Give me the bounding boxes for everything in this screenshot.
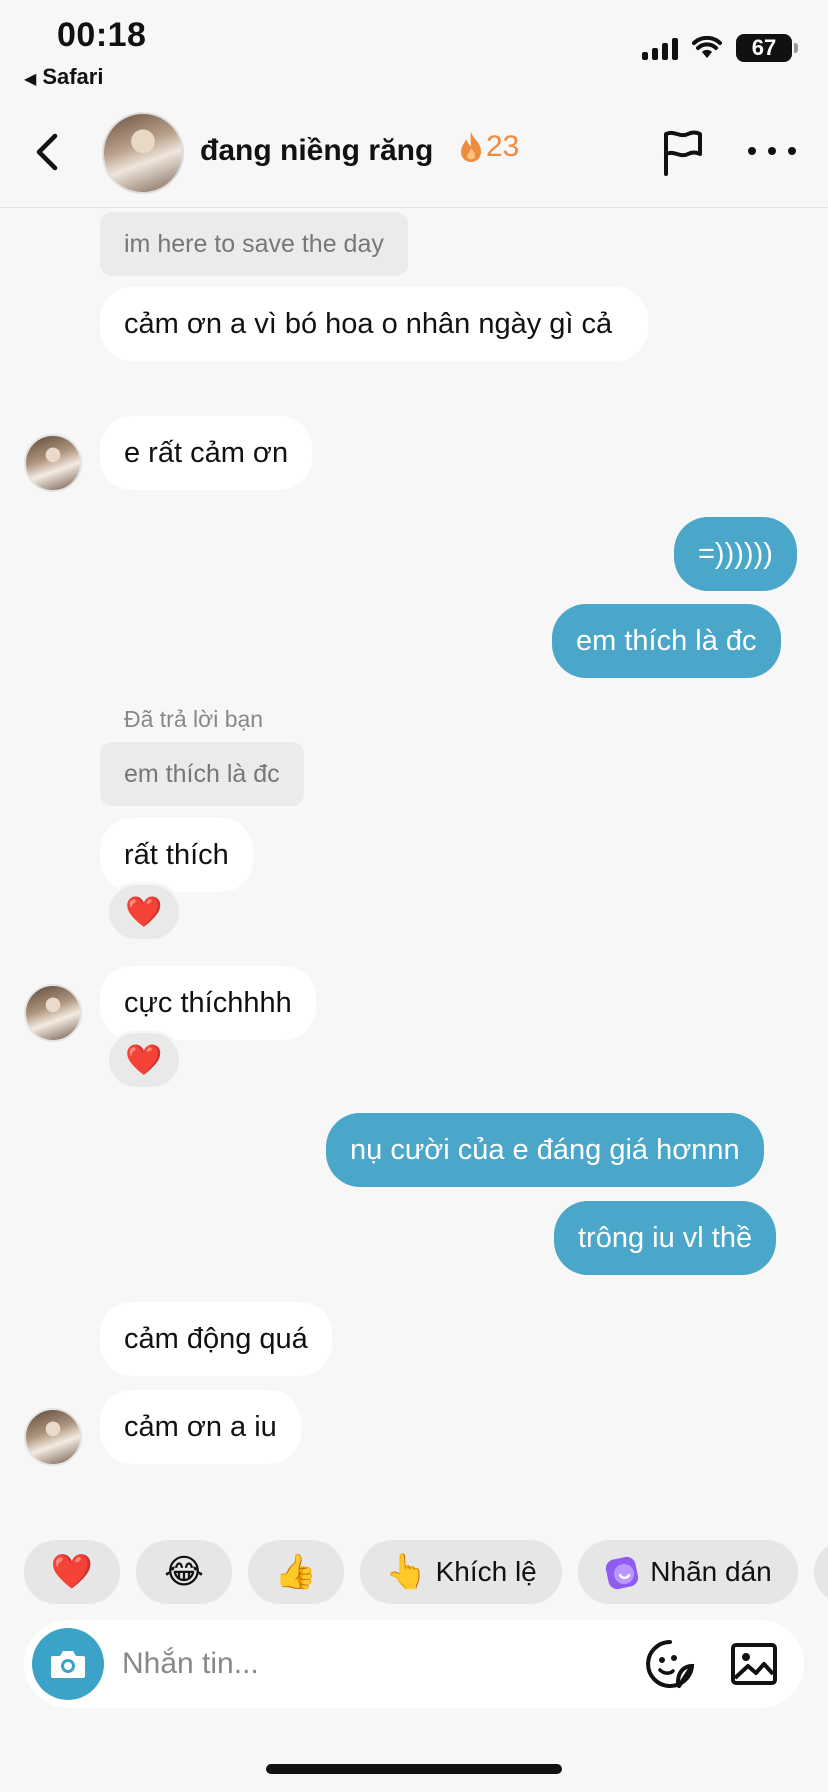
quick-reply-bar: ❤️ 😂 👍 👆 Khích lệ Nhãn dán	[24, 1540, 828, 1604]
back-app-label: Safari	[42, 64, 104, 89]
wifi-icon	[692, 36, 722, 58]
message-composer	[24, 1620, 804, 1708]
dot-icon	[768, 147, 776, 155]
quick-laugh-button[interactable]: 😂	[136, 1540, 232, 1604]
sticker-face-icon	[646, 1640, 695, 1688]
incoming-message[interactable]: e rất cảm ơn	[100, 416, 313, 490]
sender-avatar[interactable]	[24, 434, 82, 492]
sticker-label: Nhãn dán	[650, 1556, 772, 1587]
incoming-message[interactable]: cảm ơn a iu	[100, 1390, 301, 1464]
reply-label: Đã trả lời bạn	[124, 706, 264, 732]
streak-badge: 23	[458, 130, 519, 164]
heart-emoji-icon: ❤️	[50, 1553, 94, 1591]
outgoing-message[interactable]: trông iu vl thề	[554, 1201, 777, 1275]
sender-avatar[interactable]	[24, 1408, 82, 1466]
thumbs-up-emoji-icon: 👍	[274, 1553, 318, 1591]
more-chip-button[interactable]	[814, 1540, 828, 1604]
message-input[interactable]	[122, 1642, 542, 1686]
incoming-message[interactable]: cảm ơn a vì bó hoa o nhân ngày gì cả	[100, 287, 648, 361]
streak-count: 23	[486, 130, 520, 163]
quick-thumbs-up-button[interactable]: 👍	[248, 1540, 344, 1604]
back-to-safari-link[interactable]: ◀ Safari	[24, 64, 103, 90]
more-options-button[interactable]	[748, 136, 796, 166]
dot-icon	[788, 147, 796, 155]
image-icon	[731, 1643, 777, 1685]
quoted-message: em thích là đc	[100, 742, 304, 806]
chevron-left-icon	[36, 133, 58, 171]
status-bar: 00:18 ◀ Safari 67	[0, 0, 828, 100]
gallery-button[interactable]	[728, 1638, 780, 1690]
incoming-message[interactable]: cảm động quá	[100, 1302, 332, 1376]
battery-icon: 67	[736, 34, 798, 62]
status-indicators: 67	[642, 34, 798, 62]
back-button[interactable]	[26, 128, 66, 176]
quick-heart-button[interactable]: ❤️	[24, 1540, 120, 1604]
contact-name[interactable]: đang niềng răng	[200, 134, 433, 168]
encourage-button[interactable]: 👆 Khích lệ	[360, 1540, 562, 1604]
dot-icon	[748, 147, 756, 155]
home-indicator[interactable]	[266, 1764, 562, 1774]
incoming-message[interactable]: cực thíchhhh	[100, 966, 316, 1040]
status-time: 00:18	[57, 16, 147, 54]
outgoing-message[interactable]: =))))))	[674, 517, 797, 591]
cellular-signal-icon	[642, 36, 678, 60]
heart-reaction[interactable]: ❤️	[106, 882, 182, 942]
sticker-icon	[606, 1556, 639, 1590]
quoted-message: im here to save the day	[100, 212, 408, 276]
flag-icon	[664, 130, 702, 176]
back-triangle-icon: ◀	[24, 71, 37, 88]
chat-header: đang niềng răng 23	[0, 100, 828, 208]
camera-button[interactable]	[32, 1628, 104, 1700]
outgoing-message[interactable]: nụ cười của e đáng giá hơnnn	[326, 1113, 764, 1187]
sender-avatar[interactable]	[24, 984, 82, 1042]
encourage-label: Khích lệ	[435, 1556, 537, 1587]
incoming-message[interactable]: rất thích	[100, 818, 253, 892]
heart-reaction[interactable]: ❤️	[106, 1030, 182, 1090]
report-button[interactable]	[660, 128, 706, 178]
laugh-emoji-icon: 😂	[164, 1553, 204, 1591]
sticker-button[interactable]	[644, 1638, 696, 1690]
contact-avatar[interactable]	[102, 112, 184, 194]
pointing-hand-icon: 👆	[385, 1553, 428, 1591]
outgoing-message[interactable]: em thích là đc	[552, 604, 781, 678]
sticker-chip-button[interactable]: Nhãn dán	[578, 1540, 798, 1604]
camera-icon	[51, 1651, 85, 1678]
fire-icon	[461, 132, 481, 162]
